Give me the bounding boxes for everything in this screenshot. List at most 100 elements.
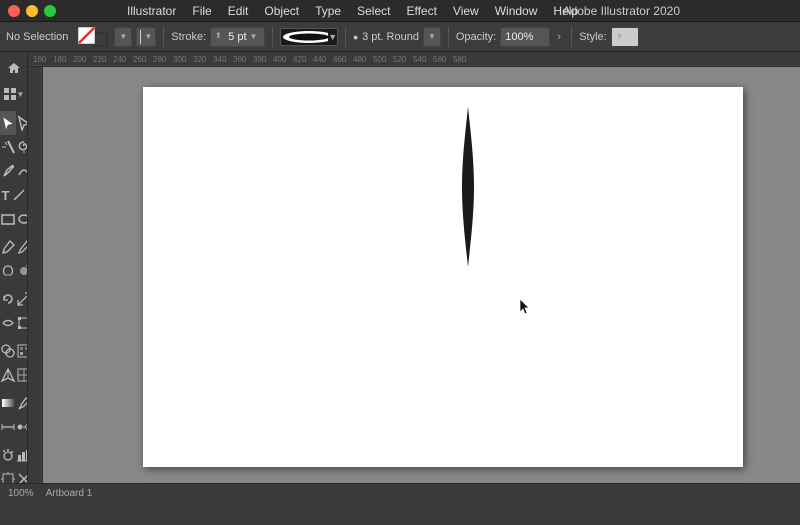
- stroke-label: Stroke:: [171, 31, 206, 43]
- stroke-color[interactable]: [93, 32, 108, 47]
- direct-selection-tool[interactable]: [16, 111, 28, 135]
- gradient-icon: [0, 395, 16, 411]
- brush-dropdown[interactable]: ▼: [423, 27, 441, 47]
- style-dropdown[interactable]: ▼: [611, 27, 639, 47]
- mesh-tool[interactable]: [16, 363, 28, 387]
- zoom-level: 100%: [8, 488, 34, 499]
- maximize-button[interactable]: [44, 5, 56, 17]
- svg-text:320: 320: [193, 55, 207, 64]
- paintbrush-tool[interactable]: [0, 235, 16, 259]
- fill-stroke-selector[interactable]: [78, 25, 108, 49]
- eyedropper-tool[interactable]: [16, 391, 28, 415]
- scale-tool[interactable]: [16, 287, 28, 311]
- canvas[interactable]: none: [43, 67, 800, 483]
- line-icon: [11, 187, 27, 203]
- blend-icon: [16, 419, 28, 435]
- column-graph-tool[interactable]: [16, 443, 28, 467]
- options-bar: No Selection ▼ ▼ Stroke: ⬆ 5 pt ▼: [0, 22, 800, 52]
- menu-select[interactable]: Select: [350, 2, 397, 20]
- home-icon: [7, 61, 21, 75]
- brush-shape-preview[interactable]: ▼: [280, 28, 338, 46]
- blend-tool[interactable]: [16, 415, 28, 439]
- artboard-tool[interactable]: [0, 467, 16, 483]
- gradient-tool[interactable]: [0, 391, 16, 415]
- separator-4: [448, 27, 449, 47]
- lasso-tool[interactable]: [16, 135, 28, 159]
- live-paint-icon: [16, 343, 28, 359]
- v-ruler-svg: [28, 67, 43, 483]
- fill-dropdown[interactable]: ▼: [114, 27, 132, 47]
- warp-tool-group: [0, 311, 27, 335]
- rotate-icon: [0, 291, 16, 307]
- type-tool[interactable]: T: [0, 183, 11, 207]
- opacity-control[interactable]: 100%: [500, 27, 550, 47]
- svg-text:480: 480: [353, 55, 367, 64]
- workspace-layout-button[interactable]: ▼: [1, 82, 27, 106]
- gradient-tool-group: [0, 391, 27, 415]
- svg-text:260: 260: [133, 55, 147, 64]
- perspective-grid-tool[interactable]: [0, 363, 16, 387]
- svg-text:440: 440: [313, 55, 327, 64]
- svg-text:500: 500: [373, 55, 387, 64]
- pen-tool[interactable]: [0, 159, 16, 183]
- home-button[interactable]: [1, 56, 27, 80]
- selection-tool[interactable]: [0, 111, 16, 135]
- style-dropdown-arrow: ▼: [616, 32, 624, 41]
- blob-brush-tool[interactable]: [16, 259, 28, 283]
- shaper-tool[interactable]: [0, 259, 16, 283]
- magic-wand-icon: [0, 139, 16, 155]
- slice-icon: [16, 471, 28, 483]
- stroke-weight-control[interactable]: ⬆ 5 pt ▼: [210, 27, 265, 47]
- shape-builder-tool[interactable]: [0, 339, 16, 363]
- magic-wand-tool[interactable]: [0, 135, 16, 159]
- minimize-button[interactable]: [26, 5, 38, 17]
- symbol-sprayer-tool[interactable]: [0, 443, 16, 467]
- column-graph-icon: [16, 447, 28, 463]
- brush-tool-group: [0, 235, 27, 259]
- curvature-tool[interactable]: [16, 159, 28, 183]
- svg-text:280: 280: [153, 55, 167, 64]
- warp-tool[interactable]: [0, 311, 16, 335]
- svg-text:160: 160: [33, 55, 47, 64]
- live-paint-tool[interactable]: [16, 339, 28, 363]
- line-tool[interactable]: [11, 183, 27, 207]
- slice-tool[interactable]: [16, 467, 28, 483]
- canvas-area: 160 180 200 220 240 260 280 300 320 340 …: [28, 52, 800, 483]
- menu-illustrator[interactable]: Illustrator: [120, 2, 183, 20]
- workspace-arrow: ▼: [17, 90, 25, 99]
- ruler-content: 160 180 200 220 240 260 280 300 320 340 …: [28, 52, 800, 66]
- menu-effect[interactable]: Effect: [399, 2, 443, 20]
- stroke-icon: [140, 30, 141, 44]
- close-button[interactable]: [8, 5, 20, 17]
- rotate-tool[interactable]: [0, 287, 16, 311]
- svg-text:360: 360: [233, 55, 247, 64]
- menu-view[interactable]: View: [446, 2, 486, 20]
- dot-indicator: •: [353, 29, 358, 45]
- no-selection-label: No Selection: [6, 31, 68, 43]
- wand-lasso-group: [0, 135, 27, 159]
- menu-edit[interactable]: Edit: [221, 2, 256, 20]
- symbol-sprayer-icon: [0, 447, 16, 463]
- menu-object[interactable]: Object: [257, 2, 306, 20]
- stroke-panel-button[interactable]: ▼: [136, 27, 156, 47]
- pencil-tool[interactable]: [16, 235, 28, 259]
- window-title: Adobe Illustrator 2020: [563, 4, 680, 18]
- measure-tool-group: [0, 415, 27, 439]
- paintbrush-icon: [0, 239, 16, 255]
- fill-dropdown-arrow: ▼: [119, 32, 127, 41]
- artboard[interactable]: [143, 87, 743, 467]
- shaper-tool-group: [0, 259, 27, 283]
- brush-label: 3 pt. Round: [362, 31, 419, 43]
- menu-window[interactable]: Window: [488, 2, 545, 20]
- ellipse-tool[interactable]: [16, 207, 28, 231]
- perspective-tool-group: [0, 363, 27, 387]
- rectangle-tool[interactable]: [0, 207, 16, 231]
- measure-tool[interactable]: [0, 415, 16, 439]
- free-transform-tool[interactable]: [16, 311, 28, 335]
- title-bar: Illustrator File Edit Object Type Select…: [0, 0, 800, 22]
- menu-type[interactable]: Type: [308, 2, 348, 20]
- opacity-expand-button[interactable]: ›: [554, 31, 564, 43]
- svg-text:⬆: ⬆: [215, 31, 222, 40]
- pen-tool-group: [0, 159, 27, 183]
- menu-file[interactable]: File: [185, 2, 218, 20]
